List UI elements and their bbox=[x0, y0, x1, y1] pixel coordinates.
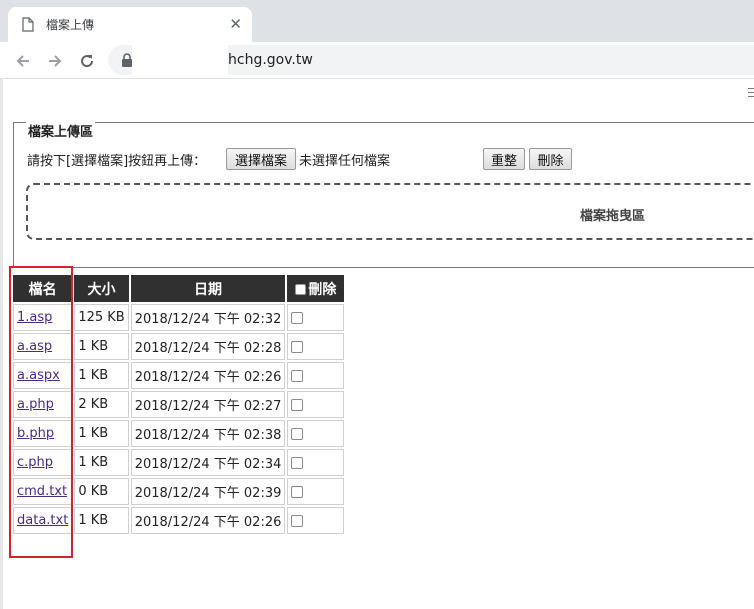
header-name: 檔名 bbox=[13, 275, 73, 302]
file-delete-cell bbox=[287, 449, 345, 476]
file-name-cell: cmd.txt bbox=[13, 478, 73, 505]
file-name-cell: c.php bbox=[13, 449, 73, 476]
file-delete-cell bbox=[287, 362, 345, 389]
file-delete-cell bbox=[287, 507, 345, 534]
table-header-row: 檔名 大小 日期 刪除 bbox=[13, 275, 345, 302]
file-link[interactable]: a.php bbox=[17, 397, 54, 412]
file-link[interactable]: data.txt bbox=[17, 513, 68, 528]
table-row: a.aspx 1 KB 2018/12/24 下午 02:26 bbox=[13, 362, 345, 389]
url-text[interactable]: hchg.gov.tw bbox=[228, 52, 313, 68]
file-size-cell: 1 KB bbox=[74, 449, 129, 476]
file-date-cell: 2018/12/24 下午 02:27 bbox=[130, 391, 286, 418]
delete-checkbox[interactable] bbox=[291, 427, 304, 440]
delete-checkbox[interactable] bbox=[291, 369, 304, 382]
file-size-cell: 1 KB bbox=[74, 333, 129, 360]
file-delete-cell bbox=[287, 391, 345, 418]
no-file-text: 未選擇任何檔案 bbox=[299, 154, 391, 169]
file-date-cell: 2018/12/24 下午 02:39 bbox=[130, 478, 286, 505]
file-name-cell: data.txt bbox=[13, 507, 73, 534]
url-redaction bbox=[132, 45, 228, 75]
file-link[interactable]: a.aspx bbox=[17, 368, 60, 383]
file-link[interactable]: b.php bbox=[17, 426, 54, 441]
forward-arrow-icon bbox=[49, 55, 62, 67]
forward-button[interactable] bbox=[44, 50, 66, 72]
file-size-cell: 1 KB bbox=[74, 507, 129, 534]
table-row: a.php 2 KB 2018/12/24 下午 02:27 bbox=[13, 391, 345, 418]
address-bar[interactable]: hchg.gov.tw bbox=[108, 45, 754, 75]
file-link[interactable]: c.php bbox=[17, 455, 53, 470]
toolbar-divider bbox=[0, 78, 754, 79]
file-name-cell: a.aspx bbox=[13, 362, 73, 389]
reload-button[interactable] bbox=[76, 50, 98, 72]
delete-checkbox[interactable] bbox=[291, 456, 304, 469]
file-date-cell: 2018/12/24 下午 02:32 bbox=[130, 304, 286, 331]
choose-file-button[interactable]: 選擇檔案 bbox=[226, 148, 296, 170]
tab-strip: 檔案上傳 ✕ bbox=[0, 0, 754, 42]
upload-legend: 檔案上傳區 bbox=[26, 121, 96, 140]
tab-title: 檔案上傳 bbox=[46, 18, 95, 32]
header-date: 日期 bbox=[130, 275, 286, 302]
file-table: 檔名 大小 日期 刪除 1.asp 125 KB 2018/12/24 下午 0… bbox=[11, 273, 346, 536]
extension-edge bbox=[748, 50, 754, 110]
file-date-cell: 2018/12/24 下午 02:26 bbox=[130, 507, 286, 534]
back-button[interactable] bbox=[12, 50, 34, 72]
table-row: a.asp 1 KB 2018/12/24 下午 02:28 bbox=[13, 333, 345, 360]
file-size-cell: 1 KB bbox=[74, 420, 129, 447]
reset-button[interactable]: 重整 bbox=[483, 148, 525, 170]
file-date-cell: 2018/12/24 下午 02:34 bbox=[130, 449, 286, 476]
browser-toolbar: hchg.gov.tw bbox=[0, 42, 754, 78]
close-icon[interactable]: ✕ bbox=[229, 17, 242, 32]
file-size-cell: 1 KB bbox=[74, 362, 129, 389]
select-all-checkbox[interactable] bbox=[295, 283, 307, 295]
file-name-cell: a.php bbox=[13, 391, 73, 418]
back-arrow-icon bbox=[16, 55, 29, 67]
file-delete-cell bbox=[287, 420, 345, 447]
header-delete: 刪除 bbox=[287, 275, 345, 302]
window-edge bbox=[0, 78, 3, 609]
header-delete-label: 刪除 bbox=[308, 281, 337, 298]
file-name-cell: 1.asp bbox=[13, 304, 73, 331]
file-delete-cell bbox=[287, 478, 345, 505]
file-name-cell: a.asp bbox=[13, 333, 73, 360]
table-row: c.php 1 KB 2018/12/24 下午 02:34 bbox=[13, 449, 345, 476]
upload-instruction: 請按下[選擇檔案]按鈕再上傳： bbox=[27, 154, 207, 169]
reload-icon bbox=[81, 55, 94, 68]
file-delete-cell bbox=[287, 304, 345, 331]
file-date-cell: 2018/12/24 下午 02:28 bbox=[130, 333, 286, 360]
file-size-cell: 2 KB bbox=[74, 391, 129, 418]
file-size-cell: 0 KB bbox=[74, 478, 129, 505]
table-row: data.txt 1 KB 2018/12/24 下午 02:26 bbox=[13, 507, 345, 534]
delete-checkbox[interactable] bbox=[291, 311, 304, 324]
table-row: cmd.txt 0 KB 2018/12/24 下午 02:39 bbox=[13, 478, 345, 505]
file-delete-cell bbox=[287, 333, 345, 360]
delete-checkbox[interactable] bbox=[291, 485, 304, 498]
file-link[interactable]: 1.asp bbox=[17, 310, 52, 325]
drop-zone-label: 檔案拖曳區 bbox=[580, 209, 646, 224]
delete-button[interactable]: 刪除 bbox=[529, 148, 572, 170]
delete-checkbox[interactable] bbox=[291, 398, 304, 411]
file-size-cell: 125 KB bbox=[74, 304, 129, 331]
delete-checkbox[interactable] bbox=[291, 340, 304, 353]
table-row: b.php 1 KB 2018/12/24 下午 02:38 bbox=[13, 420, 345, 447]
file-date-cell: 2018/12/24 下午 02:38 bbox=[130, 420, 286, 447]
file-link[interactable]: a.asp bbox=[17, 339, 52, 354]
document-icon bbox=[22, 17, 34, 32]
file-link[interactable]: cmd.txt bbox=[17, 484, 67, 499]
delete-checkbox[interactable] bbox=[291, 514, 304, 527]
browser-tab[interactable]: 檔案上傳 ✕ bbox=[8, 7, 252, 42]
table-row: 1.asp 125 KB 2018/12/24 下午 02:32 bbox=[13, 304, 345, 331]
file-name-cell: b.php bbox=[13, 420, 73, 447]
file-date-cell: 2018/12/24 下午 02:26 bbox=[130, 362, 286, 389]
header-size: 大小 bbox=[74, 275, 129, 302]
